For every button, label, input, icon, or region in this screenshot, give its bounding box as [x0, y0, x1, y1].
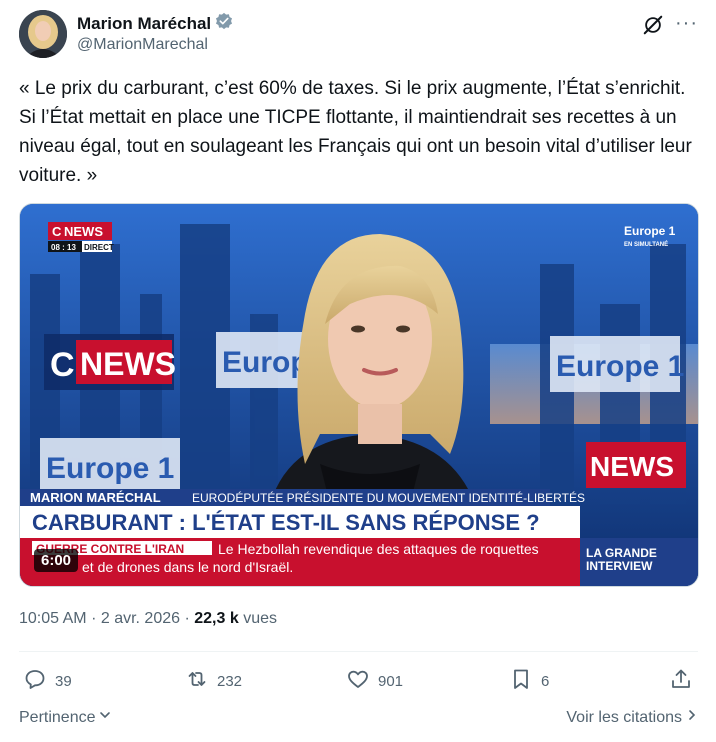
grok-icon[interactable] [642, 14, 664, 36]
reply-icon [23, 667, 47, 695]
tweet-header: Marion Maréchal @MarionMarechal ··· [19, 8, 698, 60]
clock-label: 08 : 13 [51, 243, 76, 252]
channel-logo-prefix: C [52, 224, 62, 239]
video-thumbnail: C NEWS Europe Europe 1 Europe 1 NEWS C N… [20, 204, 698, 586]
sort-label: Pertinence [19, 708, 96, 726]
like-count: 901 [378, 672, 404, 690]
repost-icon [185, 667, 209, 695]
view-quotes-label: Voir les citations [566, 708, 682, 726]
meta-separator: · [91, 610, 97, 627]
more-options-icon[interactable]: ··· [675, 12, 698, 35]
tweet-time[interactable]: 10:05 AM [19, 610, 87, 627]
partner-logo: Europe 1 [624, 224, 676, 238]
svg-text:C: C [50, 346, 75, 384]
program-line-2: INTERVIEW [586, 559, 653, 573]
repost-count: 232 [217, 672, 243, 690]
bookmark-button[interactable]: 6 [509, 667, 549, 695]
program-line-1: LA GRANDE [586, 546, 657, 560]
chevron-down-icon [98, 708, 112, 727]
reply-button[interactable]: 39 [23, 667, 72, 695]
sort-dropdown[interactable]: Pertinence [19, 708, 112, 727]
verified-badge-icon [215, 12, 233, 35]
backdrop-logo-4: Europe 1 [46, 452, 174, 485]
bookmark-icon [509, 667, 533, 695]
view-quotes-link[interactable]: Voir les citations [566, 708, 698, 727]
meta-separator: · [184, 610, 190, 627]
views-count: 22,3 k [194, 610, 239, 627]
views-label: vues [243, 610, 277, 627]
partner-sub: EN SIMULTANÉ [624, 240, 668, 248]
action-bar: 39 232 901 6 [19, 667, 698, 697]
share-button[interactable] [669, 667, 693, 695]
ticker-line-1: Le Hezbollah revendique des attaques de … [218, 541, 539, 557]
video-player[interactable]: C NEWS Europe Europe 1 Europe 1 NEWS C N… [19, 203, 699, 587]
channel-logo: NEWS [64, 224, 103, 239]
like-button[interactable]: 901 [346, 667, 403, 695]
backdrop-logo-1: NEWS [80, 346, 176, 382]
author-handle[interactable]: @MarionMarechal [77, 36, 208, 54]
author-name[interactable]: Marion Maréchal [77, 14, 211, 34]
divider [19, 651, 698, 652]
repost-button[interactable]: 232 [185, 667, 242, 695]
replies-footer: Pertinence Voir les citations [19, 708, 698, 732]
bookmark-count: 6 [541, 672, 550, 690]
lower-third-name: MARION MARÉCHAL [30, 490, 161, 505]
ticker-line-2: et de drones dans le nord d'Israël. [82, 559, 293, 575]
heart-icon [346, 667, 370, 695]
tweet-text: « Le prix du carburant, c’est 60% de tax… [19, 78, 692, 186]
tweet-date[interactable]: 2 avr. 2026 [101, 610, 180, 627]
headline: CARBURANT : L'ÉTAT EST-IL SANS RÉPONSE ? [32, 510, 540, 535]
reply-count: 39 [55, 672, 72, 690]
chevron-right-icon [686, 708, 698, 727]
backdrop-logo-5: NEWS [590, 451, 674, 482]
backdrop-logo-3: Europe 1 [556, 350, 684, 383]
live-label: DIRECT [84, 243, 114, 252]
tweet-metadata: 10:05 AM · 2 avr. 2026 · 22,3 k vues [19, 610, 277, 628]
lower-third-role: EURODÉPUTÉE PRÉSIDENTE DU MOUVEMENT IDEN… [192, 490, 585, 505]
avatar[interactable] [19, 10, 67, 58]
share-icon [669, 667, 693, 695]
video-duration: 6:00 [34, 549, 79, 572]
